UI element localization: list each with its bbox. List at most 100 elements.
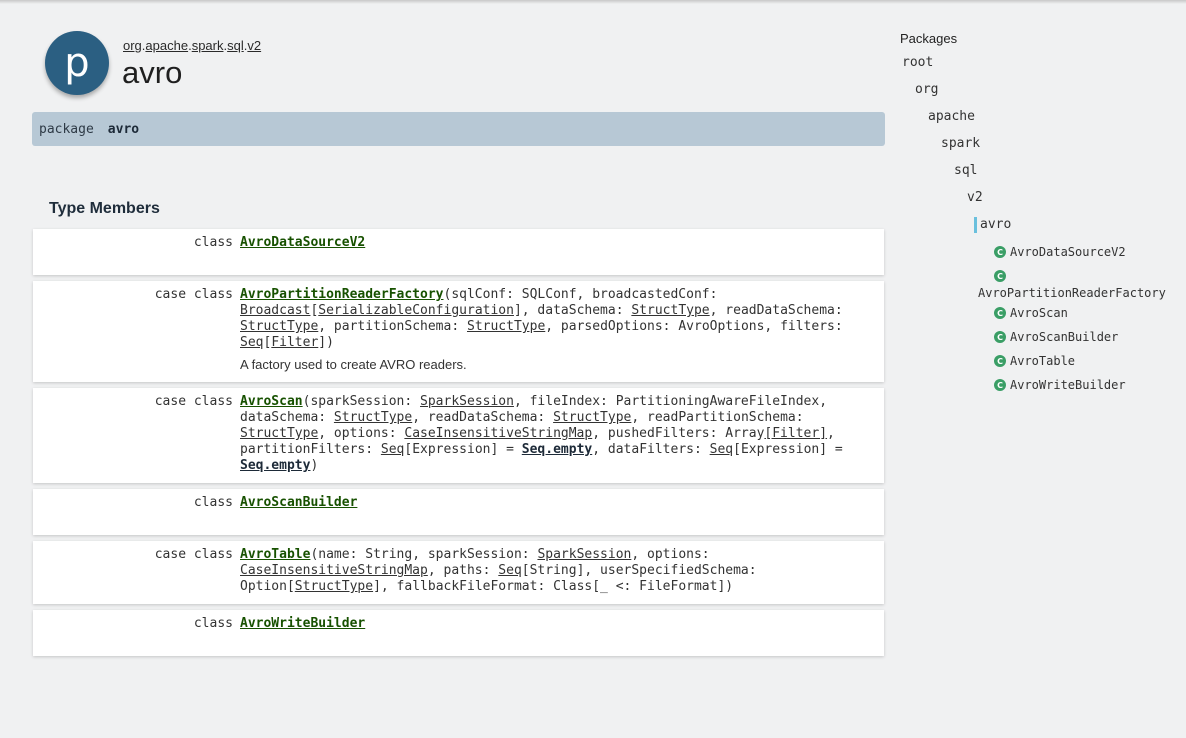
member-signature: AvroDataSourceV2: [233, 229, 405, 275]
member-modifiers: class: [193, 616, 233, 631]
tree-class-AvroWriteBuilder[interactable]: AvroWriteBuilder: [1010, 378, 1126, 392]
type-link[interactable]: StructType: [467, 319, 545, 334]
tree-node-root[interactable]: root: [902, 55, 933, 70]
class-icon: C: [994, 355, 1006, 367]
member-name-link[interactable]: AvroScan: [240, 394, 303, 409]
signature-text: , options:: [318, 426, 405, 441]
type-link[interactable]: [Filter]: [764, 426, 827, 441]
member-name-link[interactable]: AvroScanBuilder: [240, 495, 357, 510]
member-row: case class AvroPartitionReaderFactory(sql…: [33, 281, 884, 382]
member-row: class AvroWriteBuilder: [33, 610, 884, 656]
type-link[interactable]: StructType: [553, 410, 631, 425]
page-title: avro: [122, 55, 183, 90]
member-signature: AvroPartitionReaderFactory(sqlConf: SQLC…: [233, 281, 884, 382]
type-link[interactable]: Seq: [710, 442, 733, 457]
signature-text: , readPartitionSchema:: [631, 410, 804, 425]
class-icon: C: [994, 270, 1006, 282]
type-link[interactable]: StructType: [240, 319, 318, 334]
signature-text: , pushedFilters: Array: [592, 426, 765, 441]
signature-text: , parsedOptions: AvroOptions, filters:: [545, 319, 843, 334]
type-link[interactable]: StructType: [295, 579, 373, 594]
member-signature: AvroScan(sparkSession: SparkSession, fil…: [233, 388, 884, 483]
signature-text: , readDataSchema:: [412, 410, 554, 425]
tree-class-AvroDataSourceV2[interactable]: AvroDataSourceV2: [1010, 245, 1126, 259]
page-header: p org.apache.spark.sql.v2 avro: [32, 0, 885, 112]
type-link[interactable]: Seq: [498, 563, 521, 578]
package-icon: p: [45, 31, 109, 95]
type-link[interactable]: CaseInsensitiveStringMap: [240, 563, 428, 578]
signature-text: , options:: [631, 547, 710, 562]
signature-text: (sparkSession:: [302, 394, 421, 409]
class-icon: C: [994, 331, 1006, 343]
member-name-link[interactable]: AvroDataSourceV2: [240, 235, 365, 250]
packages-heading: Packages: [900, 31, 958, 46]
signature-text: , readDataSchema:: [709, 303, 843, 318]
member-row: class AvroScanBuilder: [33, 489, 884, 535]
type-link[interactable]: SparkSession: [537, 547, 631, 562]
tree-node-avro[interactable]: avro: [980, 217, 1011, 232]
type-link[interactable]: Seq: [240, 335, 263, 350]
type-link[interactable]: Seq.empty: [522, 442, 592, 457]
class-icon: C: [994, 307, 1006, 319]
breadcrumb: org.apache.spark.sql.v2: [123, 38, 262, 53]
tree-node-spark[interactable]: spark: [941, 136, 980, 151]
tree-class-AvroScanBuilder[interactable]: AvroScanBuilder: [1010, 330, 1118, 344]
signature-text: (sqlConf: SQLConf, broadcastedConf:: [443, 287, 718, 302]
member-modifiers: case class: [154, 287, 233, 302]
signature-text: [Expression] =: [404, 442, 522, 457]
breadcrumb-apache[interactable]: apache: [145, 38, 188, 53]
signature-keyword: package: [39, 121, 94, 137]
tree-class-AvroPartitionReaderFactory[interactable]: AvroPartitionReaderFactory: [978, 286, 1166, 300]
type-link[interactable]: Seq: [381, 442, 404, 457]
type-link[interactable]: Filter: [271, 335, 318, 350]
tree-node-sql[interactable]: sql: [954, 163, 977, 178]
type-link[interactable]: Broadcast: [240, 303, 310, 318]
type-link[interactable]: CaseInsensitiveStringMap: [404, 426, 592, 441]
signature-text: [Expression] =: [733, 442, 843, 457]
member-signature: AvroScanBuilder: [233, 489, 397, 535]
current-package-marker: [974, 217, 977, 233]
signature-text: ], dataSchema:: [513, 303, 632, 318]
tree-node-v2[interactable]: v2: [967, 190, 983, 205]
member-signature: AvroWriteBuilder: [233, 610, 405, 656]
type-link[interactable]: Seq.empty: [240, 458, 310, 473]
member-row: case class AvroScan(sparkSession: SparkSe…: [33, 388, 884, 483]
member-comment: A factory used to create AVRO readers.: [240, 357, 467, 372]
member-name-link[interactable]: AvroPartitionReaderFactory: [240, 287, 444, 302]
member-modifiers: class: [193, 235, 233, 250]
class-icon: C: [994, 379, 1006, 391]
signature-text: , partitionSchema:: [318, 319, 467, 334]
member-row: case class AvroTable(name: String, sparkS…: [33, 541, 884, 604]
signature-text: ]): [318, 335, 334, 350]
type-members-list: class AvroDataSourceV2 case class AvroParti…: [32, 229, 885, 656]
tree-node-org[interactable]: org: [915, 82, 938, 97]
type-link[interactable]: StructType: [240, 426, 318, 441]
signature-text: , dataFilters:: [592, 442, 710, 457]
member-signature: AvroTable(name: String, sparkSession: Sp…: [233, 541, 884, 604]
class-icon: C: [994, 246, 1006, 258]
type-members-heading: Type Members: [49, 200, 160, 217]
signature-text: (name: String, sparkSession:: [310, 547, 538, 562]
member-name-link[interactable]: AvroWriteBuilder: [240, 616, 365, 631]
tree-class-AvroTable[interactable]: AvroTable: [1010, 354, 1075, 368]
type-link[interactable]: StructType: [334, 410, 412, 425]
type-link[interactable]: StructType: [631, 303, 709, 318]
content-area: p org.apache.spark.sql.v2 avro package a…: [32, 0, 885, 662]
breadcrumb-sql[interactable]: sql: [227, 38, 244, 53]
type-link[interactable]: SparkSession: [420, 394, 514, 409]
signature-text: ], fallbackFileFormat: Class[_ <: FileFo…: [373, 579, 734, 594]
breadcrumb-spark[interactable]: spark: [192, 38, 224, 53]
member-modifiers: class: [193, 495, 233, 510]
member-row: class AvroDataSourceV2: [33, 229, 884, 275]
breadcrumb-v2[interactable]: v2: [247, 38, 261, 53]
tree-class-AvroScan[interactable]: AvroScan: [1010, 306, 1068, 320]
member-modifiers: case class: [154, 547, 233, 562]
breadcrumb-org[interactable]: org: [123, 38, 142, 53]
type-link[interactable]: SerializableConfiguration: [318, 303, 514, 318]
member-modifiers: case class: [154, 394, 233, 409]
package-signature: package avro: [32, 112, 885, 146]
member-name-link[interactable]: AvroTable: [240, 547, 310, 562]
signature-text: , paths:: [427, 563, 499, 578]
tree-node-apache[interactable]: apache: [928, 109, 975, 124]
signature-text: ): [310, 458, 319, 473]
